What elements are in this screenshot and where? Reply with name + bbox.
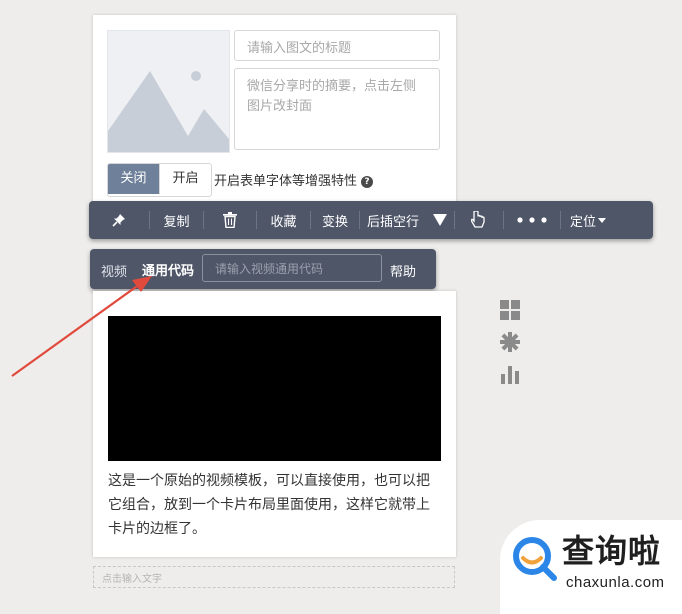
insert-dropdown-button[interactable] xyxy=(426,201,454,239)
select-button[interactable] xyxy=(455,201,503,239)
video-description: 这是一个原始的视频模板，可以直接使用，也可以把它组合，放到一个卡片布局里面使用，… xyxy=(108,473,430,537)
enhance-toggle: 关闭 开启 xyxy=(107,163,212,197)
watermark-title: 查询啦 xyxy=(562,532,662,570)
gear-icon[interactable] xyxy=(500,332,520,352)
toggle-off-button[interactable]: 关闭 xyxy=(108,164,159,194)
side-tools xyxy=(500,300,522,396)
video-tab[interactable]: 视频 xyxy=(101,261,127,280)
summary-textarea[interactable]: 微信分享时的摘要，点击左侧图片改封面 xyxy=(234,68,440,150)
more-dots-icon xyxy=(517,217,547,223)
trash-icon xyxy=(223,212,237,228)
title-input[interactable]: 请输入图文的标题 xyxy=(234,30,440,61)
pin-button[interactable] xyxy=(89,201,149,239)
position-label: 定位 xyxy=(569,214,596,230)
triangle-down-icon xyxy=(433,214,447,226)
video-player[interactable] xyxy=(108,316,441,461)
video-code-input[interactable]: 请输入视频通用代码 xyxy=(202,254,382,282)
block-toolbar: 复制 收藏 变换 后插空行 定位 xyxy=(89,201,653,239)
watermark: 查询啦 chaxunla.com xyxy=(500,520,682,614)
general-code-tab[interactable]: 通用代码 xyxy=(142,260,194,279)
bar-chart-icon[interactable] xyxy=(500,364,520,384)
transform-button[interactable]: 变换 xyxy=(311,201,359,239)
hand-pointer-icon xyxy=(471,211,485,228)
image-placeholder-icon xyxy=(108,71,229,152)
insert-after-button[interactable]: 后插空行 xyxy=(360,201,426,239)
toggle-on-button[interactable]: 开启 xyxy=(159,164,211,194)
watermark-subtitle: chaxunla.com xyxy=(566,574,665,591)
favorite-button[interactable]: 收藏 xyxy=(257,201,310,239)
position-dropdown[interactable]: 定位 xyxy=(561,201,615,239)
video-card: 这是一个原始的视频模板，可以直接使用，也可以把它组合，放到一个卡片布局里面使用，… xyxy=(93,291,456,557)
article-card: 请输入图文的标题 微信分享时的摘要，点击左侧图片改封面 关闭 开启 开启表单字体… xyxy=(93,15,456,203)
more-button[interactable] xyxy=(504,201,560,239)
video-toolbar: 视频 通用代码 请输入视频通用代码 帮助 xyxy=(90,249,436,289)
toggle-description: 开启表单字体等增强特性? xyxy=(214,170,374,189)
caret-down-icon xyxy=(598,217,606,223)
magnifier-logo-icon xyxy=(513,537,557,581)
copy-button[interactable]: 复制 xyxy=(150,201,203,239)
toggle-description-text: 开启表单字体等增强特性 xyxy=(214,174,358,189)
help-link[interactable]: 帮助 xyxy=(390,261,416,280)
text-input-placeholder[interactable]: 点击输入文字 xyxy=(93,566,455,588)
delete-button[interactable] xyxy=(204,201,256,239)
help-icon[interactable]: ? xyxy=(361,176,374,188)
cover-image-placeholder[interactable] xyxy=(107,30,230,153)
grid-icon[interactable] xyxy=(500,300,520,320)
pin-icon xyxy=(112,214,125,227)
